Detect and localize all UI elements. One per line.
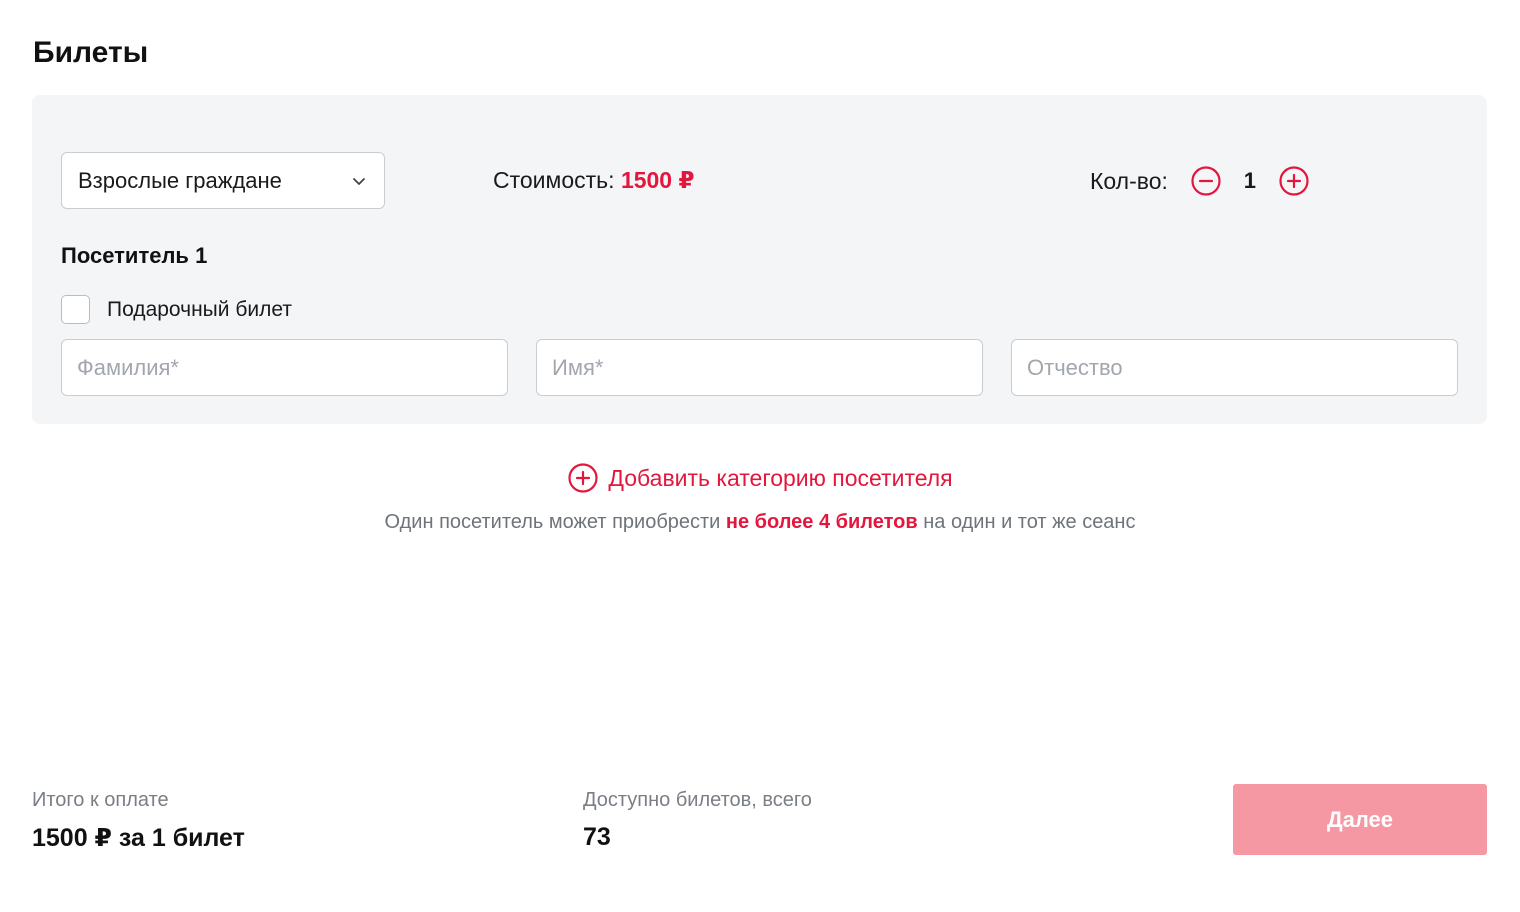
last-name-input[interactable] <box>61 339 508 396</box>
page-title: Билеты <box>33 36 149 69</box>
total-value: 1500 ₽ за 1 билет <box>32 824 245 852</box>
plus-circle-icon <box>568 463 598 493</box>
tickets-page: Билеты Взрослые граждане Стоимость: 1500… <box>0 0 1520 912</box>
middle-name-input[interactable] <box>1011 339 1458 396</box>
chevron-down-icon <box>353 177 365 185</box>
gift-ticket-row: Подарочный билет <box>61 295 292 324</box>
limit-note-before: Один посетитель может приобрести <box>384 511 726 533</box>
gift-ticket-label[interactable]: Подарочный билет <box>107 298 292 322</box>
ticket-limit-note: Один посетитель может приобрести не боле… <box>0 511 1520 534</box>
first-name-input[interactable] <box>536 339 983 396</box>
total-label: Итого к оплате <box>32 789 169 811</box>
minus-circle-icon[interactable] <box>1190 165 1222 197</box>
category-select[interactable]: Взрослые граждане <box>61 152 385 209</box>
category-select-value: Взрослые граждане <box>78 167 282 193</box>
price-label: Стоимость: <box>493 167 615 193</box>
price-value: 1500 ₽ <box>620 167 695 193</box>
quantity-value: 1 <box>1243 168 1257 193</box>
price-block: Стоимость: 1500 ₽ <box>493 167 695 194</box>
plus-circle-icon[interactable] <box>1278 165 1310 197</box>
add-category-label: Добавить категорию посетителя <box>608 464 953 491</box>
next-button[interactable]: Далее <box>1233 784 1487 855</box>
limit-note-after: на один и тот же сеанс <box>917 511 1136 533</box>
available-tickets-label: Доступно билетов, всего <box>583 789 812 811</box>
quantity-label: Кол-во: <box>1090 167 1168 194</box>
available-tickets-value: 73 <box>583 823 611 851</box>
visitor-title: Посетитель 1 <box>61 243 208 268</box>
add-category-button[interactable]: Добавить категорию посетителя <box>0 462 1520 494</box>
gift-ticket-checkbox[interactable] <box>61 295 90 324</box>
limit-note-highlight: не более 4 билетов <box>725 511 918 533</box>
quantity-stepper: Кол-во: 1 <box>1090 161 1310 201</box>
ticket-card: Взрослые граждане Стоимость: 1500 ₽ Кол-… <box>32 95 1487 424</box>
